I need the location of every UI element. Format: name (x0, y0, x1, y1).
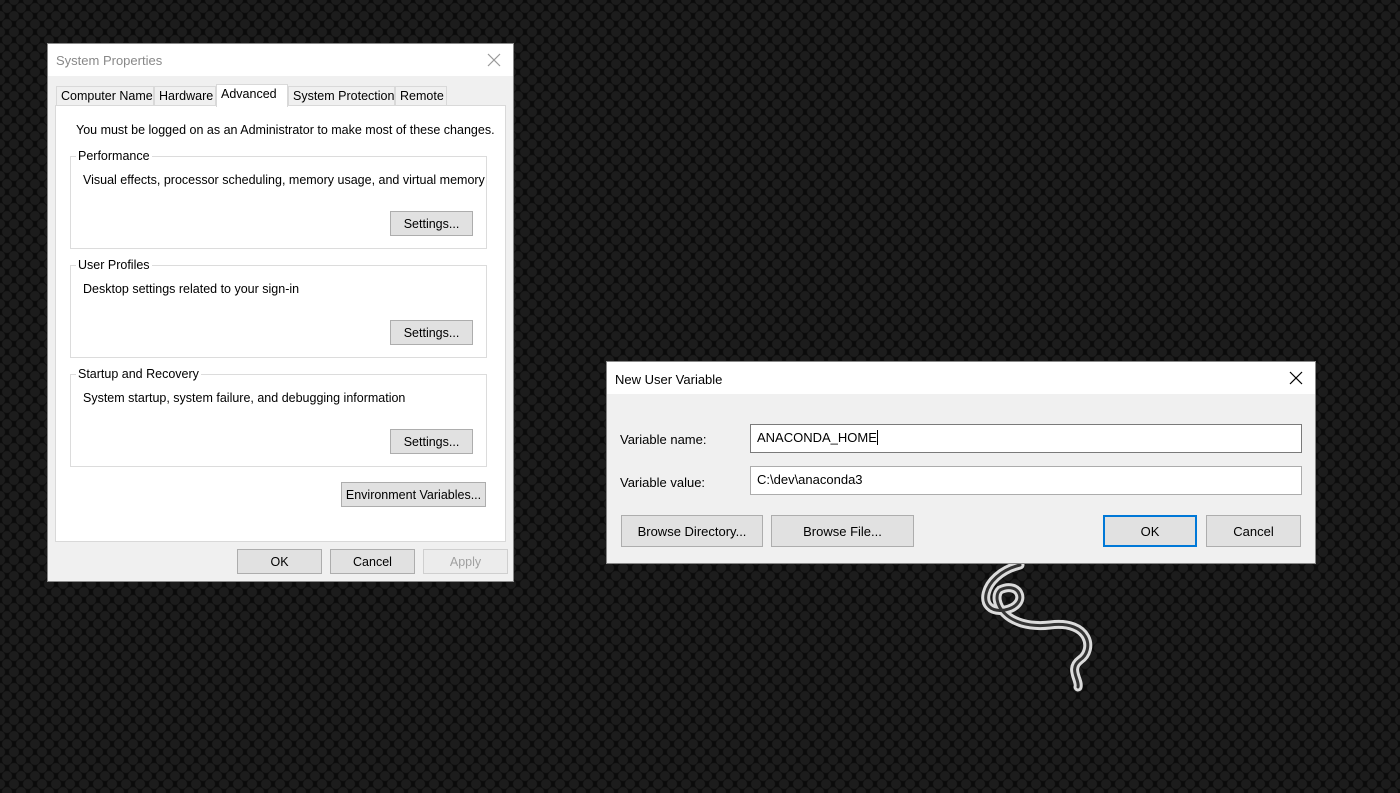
cancel-button[interactable]: Cancel (330, 549, 415, 574)
startup-recovery-label: Startup and Recovery (76, 367, 201, 381)
startup-recovery-settings-button[interactable]: Settings... (390, 429, 473, 454)
performance-settings-button[interactable]: Settings... (390, 211, 473, 236)
performance-group: Performance Visual effects, processor sc… (70, 149, 487, 249)
browse-directory-button[interactable]: Browse Directory... (621, 515, 763, 547)
variable-value-label: Variable value: (620, 475, 706, 490)
tab-remote[interactable]: Remote (395, 86, 447, 106)
startup-recovery-description: System startup, system failure, and debu… (83, 391, 406, 405)
browse-file-button[interactable]: Browse File... (771, 515, 914, 547)
ok-button[interactable]: OK (237, 549, 322, 574)
user-profiles-settings-button[interactable]: Settings... (390, 320, 473, 345)
user-profiles-label: User Profiles (76, 258, 152, 272)
text-caret (876, 430, 878, 445)
title-bar: System Properties (48, 44, 513, 76)
performance-label: Performance (76, 149, 152, 163)
performance-description: Visual effects, processor scheduling, me… (83, 173, 485, 187)
variable-name-input[interactable]: ANACONDA_HOME (750, 424, 1302, 453)
user-profiles-description: Desktop settings related to your sign-in (83, 282, 300, 296)
system-properties-window: System Properties Computer Name Hardware… (47, 43, 514, 582)
window-title: System Properties (56, 53, 163, 68)
tab-computer-name[interactable]: Computer Name (56, 86, 154, 106)
user-profiles-group: User Profiles Desktop settings related t… (70, 258, 487, 358)
close-button[interactable] (479, 46, 509, 74)
cancel-button[interactable]: Cancel (1206, 515, 1301, 547)
close-icon (487, 53, 501, 67)
razer-snake-logo-icon (981, 560, 1093, 692)
tab-hardware[interactable]: Hardware (154, 86, 216, 106)
dialog-title: New User Variable (615, 372, 723, 387)
startup-recovery-group: Startup and Recovery System startup, sys… (70, 367, 487, 467)
close-icon (1289, 371, 1303, 385)
advanced-tab-panel: You must be logged on as an Administrato… (55, 105, 506, 542)
variable-name-label: Variable name: (620, 432, 707, 447)
title-bar: New User Variable (607, 362, 1315, 394)
tab-system-protection[interactable]: System Protection (288, 86, 395, 106)
tab-advanced[interactable]: Advanced (216, 84, 288, 107)
new-user-variable-dialog: New User Variable Variable name: ANACOND… (606, 361, 1316, 564)
variable-value-value: C:\dev\anaconda3 (757, 472, 863, 487)
variable-value-input[interactable]: C:\dev\anaconda3 (750, 466, 1302, 495)
environment-variables-button[interactable]: Environment Variables... (341, 482, 486, 507)
ok-button[interactable]: OK (1103, 515, 1197, 547)
apply-button[interactable]: Apply (423, 549, 508, 574)
close-button[interactable] (1281, 364, 1311, 392)
variable-name-value: ANACONDA_HOME (757, 430, 877, 445)
admin-notice: You must be logged on as an Administrato… (76, 123, 495, 137)
